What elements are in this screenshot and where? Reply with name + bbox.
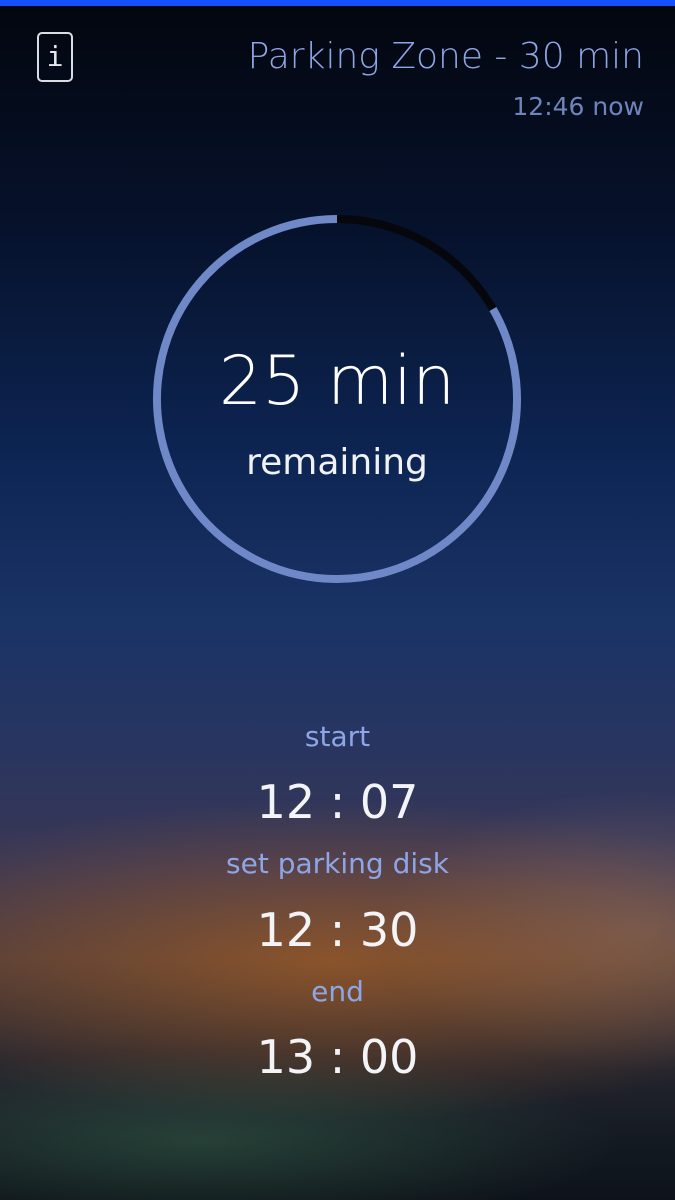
info-icon[interactable]: i: [37, 32, 73, 82]
end-label: end: [311, 975, 364, 1008]
countdown-ring: 25 min remaining: [152, 214, 522, 584]
end-time[interactable]: 13 : 00: [0, 1030, 675, 1084]
remaining-value: 25 min: [218, 342, 456, 421]
parking-disk-time[interactable]: 12 : 30: [0, 903, 675, 957]
zone-title: Parking Zone - 30 min: [247, 36, 644, 77]
start-time[interactable]: 12 : 07: [0, 775, 675, 829]
remaining-label: remaining: [246, 442, 428, 483]
current-time: 12:46 now: [512, 92, 644, 121]
top-accent-bar: [0, 0, 675, 6]
parking-disk-label: set parking disk: [226, 847, 449, 880]
start-label: start: [304, 720, 371, 753]
